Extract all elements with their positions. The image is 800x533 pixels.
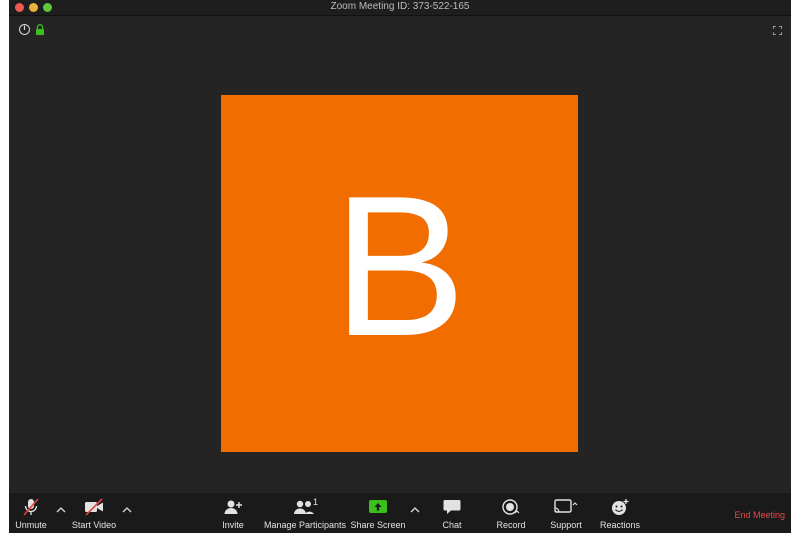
manage-participants-button[interactable]: 1 Manage Participants bbox=[264, 497, 347, 530]
invite-button[interactable]: Invite bbox=[215, 498, 251, 530]
unmute-label: Unmute bbox=[15, 520, 47, 530]
chat-icon bbox=[443, 500, 461, 514]
reactions-label: Reactions bbox=[599, 520, 641, 530]
participant-initial: B bbox=[332, 155, 467, 378]
support-button[interactable]: Support bbox=[546, 498, 586, 530]
start-video-button[interactable]: Start Video bbox=[69, 498, 119, 530]
share-screen-icon bbox=[369, 500, 387, 513]
manage-participants-label: Manage Participants bbox=[264, 520, 347, 530]
fullscreen-icon[interactable] bbox=[773, 26, 782, 35]
support-label: Support bbox=[550, 520, 582, 530]
audio-options-chevron-icon[interactable] bbox=[56, 506, 66, 514]
support-icon bbox=[554, 499, 578, 513]
zoom-window: Zoom Meeting ID: 373-522-165 B Unmute bbox=[9, 0, 791, 533]
record-label: Record bbox=[496, 520, 526, 530]
add-user-icon bbox=[224, 500, 242, 514]
record-button[interactable]: Record bbox=[493, 498, 529, 530]
end-meeting-button[interactable]: End Meeting bbox=[734, 510, 785, 520]
title-bar: Zoom Meeting ID: 373-522-165 bbox=[9, 0, 791, 16]
participants-icon bbox=[294, 500, 314, 514]
chat-label: Chat bbox=[442, 520, 462, 530]
video-camera-off-icon bbox=[85, 498, 103, 516]
window-title: Zoom Meeting ID: 373-522-165 bbox=[330, 1, 470, 12]
chat-button[interactable]: Chat bbox=[436, 498, 468, 530]
lock-icon[interactable] bbox=[35, 24, 45, 35]
smiley-icon bbox=[612, 499, 629, 515]
reactions-button[interactable]: Reactions bbox=[598, 498, 642, 530]
video-options-chevron-icon[interactable] bbox=[122, 506, 132, 514]
start-video-label: Start Video bbox=[71, 520, 117, 530]
share-screen-label: Share Screen bbox=[350, 520, 406, 530]
unmute-button[interactable]: Unmute bbox=[13, 498, 49, 530]
record-icon bbox=[502, 499, 520, 515]
info-icon[interactable] bbox=[19, 23, 30, 35]
participant-count-badge: 1 bbox=[313, 497, 319, 507]
meeting-toolbar: Unmute Start Video Invite 1 Manage Parti… bbox=[9, 493, 791, 533]
share-screen-button[interactable]: Share Screen bbox=[350, 498, 406, 530]
microphone-muted-icon bbox=[23, 498, 39, 516]
participant-video-tile: B bbox=[221, 95, 578, 452]
invite-label: Invite bbox=[222, 520, 244, 530]
share-options-chevron-icon[interactable] bbox=[410, 506, 420, 514]
